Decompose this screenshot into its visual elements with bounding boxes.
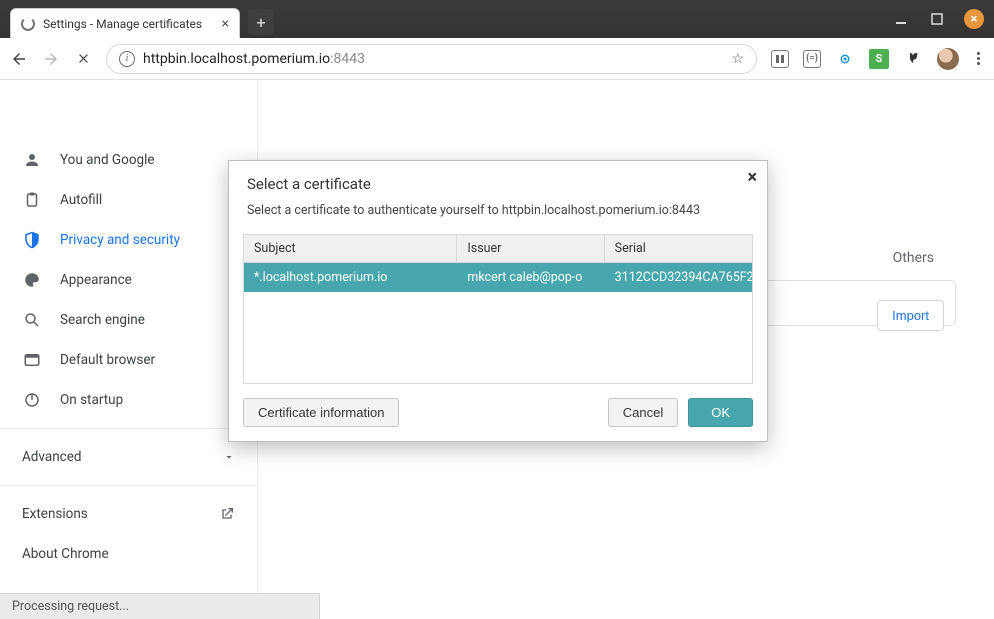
dialog-subtitle: Select a certificate to authenticate you… xyxy=(247,203,749,218)
window-maximize-button[interactable] xyxy=(928,10,946,28)
sidebar-item-default-browser[interactable]: Default browser xyxy=(0,340,257,380)
extension-icon[interactable] xyxy=(835,49,855,69)
cell-subject: *.localhost.pomerium.io xyxy=(244,263,457,292)
ok-button[interactable]: OK xyxy=(688,398,753,427)
sidebar-item-search[interactable]: Search engine xyxy=(0,300,257,340)
sidebar-item-appearance[interactable]: Appearance xyxy=(0,260,257,300)
sidebar-item-label: Autofill xyxy=(60,192,102,208)
extension-icon[interactable]: S xyxy=(869,49,889,69)
extension-icon[interactable] xyxy=(903,49,923,69)
extension-icon[interactable] xyxy=(771,50,789,68)
search-icon xyxy=(22,310,42,330)
stop-button[interactable] xyxy=(74,50,92,68)
status-bar: Processing request... xyxy=(0,593,320,619)
import-button[interactable]: Import xyxy=(877,300,944,331)
window-close-button[interactable]: × xyxy=(964,9,984,29)
certificate-table: Subject Issuer Serial *.localhost.pomeri… xyxy=(243,234,753,384)
titlebar: Settings - Manage certificates × + × xyxy=(0,0,994,38)
sidebar-about[interactable]: About Chrome xyxy=(0,534,257,574)
window-minimize-button[interactable] xyxy=(892,10,910,28)
chevron-down-icon xyxy=(223,451,235,463)
cert-category-others[interactable]: Others xyxy=(893,250,934,266)
back-button[interactable] xyxy=(10,50,28,68)
cancel-button[interactable]: Cancel xyxy=(608,398,678,427)
clipboard-icon xyxy=(22,190,42,210)
bookmark-star-icon[interactable]: ☆ xyxy=(731,51,744,67)
column-header-issuer[interactable]: Issuer xyxy=(457,235,604,262)
table-row[interactable]: *.localhost.pomerium.io mkcert caleb@pop… xyxy=(244,263,752,292)
table-header: Subject Issuer Serial xyxy=(244,235,752,263)
browser-tab[interactable]: Settings - Manage certificates × xyxy=(10,8,240,38)
sidebar-item-label: Appearance xyxy=(60,272,132,288)
sidebar-item-label: You and Google xyxy=(60,152,155,168)
browser-toolbar: i httpbin.localhost.pomerium.io:8443 ☆ {… xyxy=(0,38,994,80)
sidebar-item-label: On startup xyxy=(60,392,123,408)
url-text: httpbin.localhost.pomerium.io:8443 xyxy=(143,51,723,67)
dialog-title: Select a certificate xyxy=(247,175,749,193)
external-link-icon xyxy=(219,506,235,522)
settings-sidebar: You and Google Autofill Privacy and secu… xyxy=(0,80,258,619)
sidebar-advanced[interactable]: Advanced xyxy=(0,437,257,477)
extension-icon[interactable]: {=} xyxy=(803,50,821,68)
sidebar-extensions[interactable]: Extensions xyxy=(0,494,257,534)
forward-button[interactable] xyxy=(42,50,60,68)
column-header-subject[interactable]: Subject xyxy=(244,235,457,262)
certificate-information-button[interactable]: Certificate information xyxy=(243,398,399,427)
site-info-icon[interactable]: i xyxy=(119,51,135,67)
dialog-close-button[interactable]: × xyxy=(747,167,757,188)
cell-serial: 3112CCD32394CA765F2 xyxy=(605,263,752,292)
profile-avatar[interactable] xyxy=(937,48,959,70)
loading-spinner-icon xyxy=(21,17,35,31)
address-bar[interactable]: i httpbin.localhost.pomerium.io:8443 ☆ xyxy=(106,44,757,74)
sidebar-item-label: Advanced xyxy=(22,449,82,465)
tab-title: Settings - Manage certificates xyxy=(43,17,202,31)
new-tab-button[interactable]: + xyxy=(248,9,274,35)
palette-icon xyxy=(22,270,42,290)
sidebar-item-label: About Chrome xyxy=(22,546,109,562)
sidebar-item-privacy[interactable]: Privacy and security xyxy=(0,220,257,260)
sidebar-item-autofill[interactable]: Autofill xyxy=(0,180,257,220)
power-icon xyxy=(22,390,42,410)
browser-icon xyxy=(22,350,42,370)
cell-issuer: mkcert caleb@pop-o xyxy=(457,263,604,292)
person-icon xyxy=(22,150,42,170)
sidebar-item-label: Extensions xyxy=(22,506,88,522)
sidebar-item-label: Search engine xyxy=(60,312,145,328)
sidebar-item-label: Privacy and security xyxy=(60,232,180,248)
tab-close-icon[interactable]: × xyxy=(222,16,229,32)
browser-menu-button[interactable] xyxy=(973,48,984,69)
sidebar-item-startup[interactable]: On startup xyxy=(0,380,257,420)
shield-icon xyxy=(22,230,42,250)
sidebar-item-label: Default browser xyxy=(60,352,155,368)
column-header-serial[interactable]: Serial xyxy=(605,235,752,262)
sidebar-item-you-and-google[interactable]: You and Google xyxy=(0,140,257,180)
select-certificate-dialog: Select a certificate Select a certificat… xyxy=(228,160,768,442)
